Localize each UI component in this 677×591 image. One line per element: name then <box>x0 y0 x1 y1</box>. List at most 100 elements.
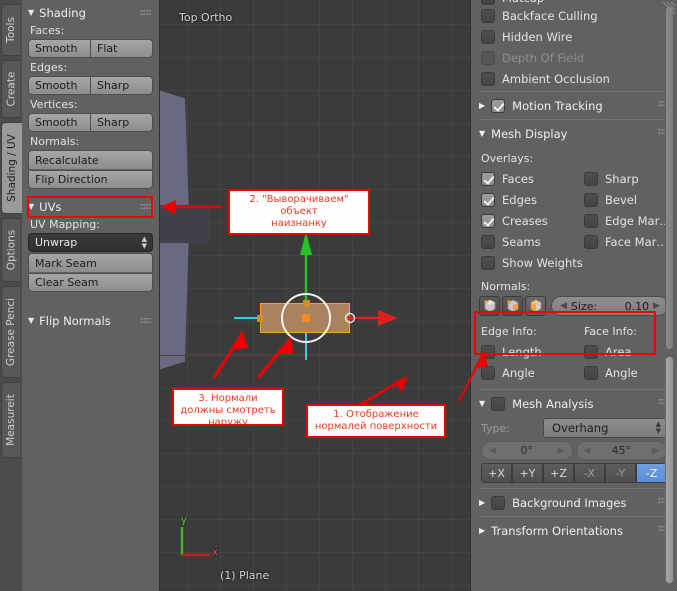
face-area-row[interactable]: Area <box>574 341 677 362</box>
chevron-left-icon[interactable]: ◀ <box>560 301 567 311</box>
depth-of-field-checkbox <box>481 50 495 65</box>
hidden-wire-row[interactable]: Hidden Wire <box>471 26 677 47</box>
overlay-sharp-row[interactable]: Sharp <box>574 168 677 189</box>
hidden-wire-checkbox[interactable] <box>481 29 495 44</box>
face-angle-row[interactable]: Angle <box>574 362 677 383</box>
overlay-faces-checkbox[interactable] <box>481 171 495 186</box>
edges-smooth-button[interactable]: Smooth <box>28 76 90 95</box>
overlay-faces-row[interactable]: Faces <box>471 168 574 189</box>
faces-label: Faces: <box>30 24 65 37</box>
panel-header-mesh-analysis[interactable]: ▼ Mesh Analysis <box>471 392 677 415</box>
overlay-edges-checkbox[interactable] <box>481 192 495 207</box>
motion-tracking-label: Motion Tracking <box>512 98 603 113</box>
min-angle-field[interactable]: ◀ 0° ▶ <box>481 441 573 460</box>
chevron-left-icon[interactable]: ◀ <box>584 446 591 456</box>
matcap-checkbox[interactable] <box>481 0 495 5</box>
uv-mapping-label: UV Mapping: <box>30 218 100 231</box>
overlay-bevel-checkbox[interactable] <box>584 192 598 207</box>
face-area-checkbox[interactable] <box>584 344 598 359</box>
chevron-right-icon[interactable]: ▶ <box>558 446 565 456</box>
show-weights-checkbox[interactable] <box>481 255 495 270</box>
sidebar-scrollbar-upper[interactable] <box>665 6 674 350</box>
edges-button-row: Smooth Sharp <box>28 76 153 95</box>
drag-grip-icon[interactable] <box>140 317 151 324</box>
panel-header-motion-tracking[interactable]: ▶ Motion Tracking <box>471 94 677 117</box>
show-weights-row[interactable]: Show Weights <box>471 252 677 273</box>
edge-length-checkbox[interactable] <box>481 344 495 359</box>
edges-sharp-button[interactable]: Sharp <box>90 76 153 95</box>
overlay-seams-checkbox[interactable] <box>481 234 495 249</box>
edge-length-row[interactable]: Length <box>471 341 574 362</box>
sidebar-tab-measureit[interactable]: Measureit <box>1 382 20 458</box>
overlay-face-marks-checkbox[interactable] <box>584 234 598 249</box>
motion-tracking-checkbox[interactable] <box>491 98 506 113</box>
mark-seam-button[interactable]: Mark Seam <box>28 253 153 272</box>
sidebar-tab-options[interactable]: Options <box>1 218 20 282</box>
backface-culling-row[interactable]: Backface Culling <box>471 5 677 26</box>
edge-angle-row[interactable]: Angle <box>471 362 574 383</box>
backface-culling-checkbox[interactable] <box>481 8 495 23</box>
ambient-occlusion-checkbox[interactable] <box>481 71 495 86</box>
axis-minus-z-button[interactable]: -Z <box>636 463 667 483</box>
sidebar-tab-create-label: Create <box>5 71 18 107</box>
overlay-creases-checkbox[interactable] <box>481 213 495 228</box>
sidebar-tab-grease-pencil[interactable]: Grease Penci <box>1 286 20 378</box>
panel-header-transform-orientations[interactable]: ▶ Transform Orientations <box>471 519 677 542</box>
overlays-col-left: Faces Edges Creases Seams <box>471 168 574 252</box>
panel-header-uvs[interactable]: ▼ UVs <box>22 197 159 216</box>
vertex-normals-button[interactable] <box>479 296 500 316</box>
chevron-right-icon[interactable]: ▶ <box>653 301 660 311</box>
unwrap-dropdown-value: Unwrap <box>35 236 78 249</box>
faces-flat-button[interactable]: Flat <box>90 39 153 58</box>
drag-grip-icon[interactable] <box>140 9 151 16</box>
flip-direction-button[interactable]: Flip Direction <box>28 170 153 189</box>
panel-header-uvs-label: UVs <box>39 199 62 214</box>
sidebar-tab-shading-uv[interactable]: Shading / UV <box>1 122 22 214</box>
panel-header-flip-normals[interactable]: ▼ Flip Normals <box>22 311 159 330</box>
overlay-edges-row[interactable]: Edges <box>471 189 574 210</box>
overlay-seams-row[interactable]: Seams <box>471 231 574 252</box>
faces-smooth-button[interactable]: Smooth <box>28 39 90 58</box>
panel-header-mesh-display[interactable]: ▼ Mesh Display <box>471 122 677 145</box>
ambient-occlusion-row[interactable]: Ambient Occlusion <box>471 68 677 89</box>
overlay-bevel-row[interactable]: Bevel <box>574 189 677 210</box>
overlay-sharp-label: Sharp <box>605 171 639 186</box>
overlay-edge-marks-checkbox[interactable] <box>584 213 598 228</box>
edge-angle-checkbox[interactable] <box>481 365 495 380</box>
sidebar-scrollbar-lower[interactable] <box>665 356 674 584</box>
panel-header-shading[interactable]: ▼ Shading <box>22 3 159 22</box>
sidebar-tab-create[interactable]: Create <box>1 60 20 118</box>
analysis-type-select[interactable]: Overhang ▲ ▼ <box>543 418 667 438</box>
divider <box>479 488 669 489</box>
axis-plus-z-button[interactable]: +Z <box>543 463 574 483</box>
unwrap-dropdown[interactable]: Unwrap ▲ ▼ <box>28 233 153 252</box>
face-angle-checkbox[interactable] <box>584 365 598 380</box>
overlay-edge-marks-row[interactable]: Edge Mar… <box>574 210 677 231</box>
recalculate-button[interactable]: Recalculate <box>28 150 153 169</box>
panel-header-background-images[interactable]: ▶ Background Images <box>471 491 677 514</box>
overlay-creases-row[interactable]: Creases <box>471 210 574 231</box>
vertices-smooth-button[interactable]: Smooth <box>28 113 90 132</box>
chevron-left-icon[interactable]: ◀ <box>489 446 496 456</box>
normals-size-field[interactable]: ◀ Size: 0.10 ▶ <box>551 296 669 316</box>
axis-minus-x-button[interactable]: -X <box>574 463 605 483</box>
plane-object[interactable] <box>260 303 350 333</box>
split-normals-button[interactable] <box>502 296 523 316</box>
overlay-sharp-checkbox[interactable] <box>584 171 598 186</box>
max-angle-value: 45° <box>611 444 632 457</box>
max-angle-field[interactable]: ◀ 45° ▶ <box>575 441 667 460</box>
drag-grip-icon[interactable] <box>140 203 151 210</box>
axis-plus-x-button[interactable]: +X <box>481 463 512 483</box>
axis-plus-y-button[interactable]: +Y <box>512 463 543 483</box>
sidebar-tab-tools[interactable]: Tools <box>1 4 20 56</box>
chevron-right-icon[interactable]: ▶ <box>652 446 659 456</box>
viewport-3d[interactable]: Top Ortho y x (1) Plane 2. "Выворачиваем… <box>160 0 470 591</box>
overlay-face-marks-row[interactable]: Face Mar… <box>574 231 677 252</box>
face-normals-button[interactable] <box>525 296 546 316</box>
clear-seam-button[interactable]: Clear Seam <box>28 273 153 292</box>
vertices-sharp-button[interactable]: Sharp <box>90 113 153 132</box>
axis-minus-y-button[interactable]: -Y <box>605 463 636 483</box>
background-images-checkbox[interactable] <box>491 495 506 510</box>
mesh-analysis-checkbox[interactable] <box>491 396 506 411</box>
faces-button-row: Smooth Flat <box>28 39 153 58</box>
